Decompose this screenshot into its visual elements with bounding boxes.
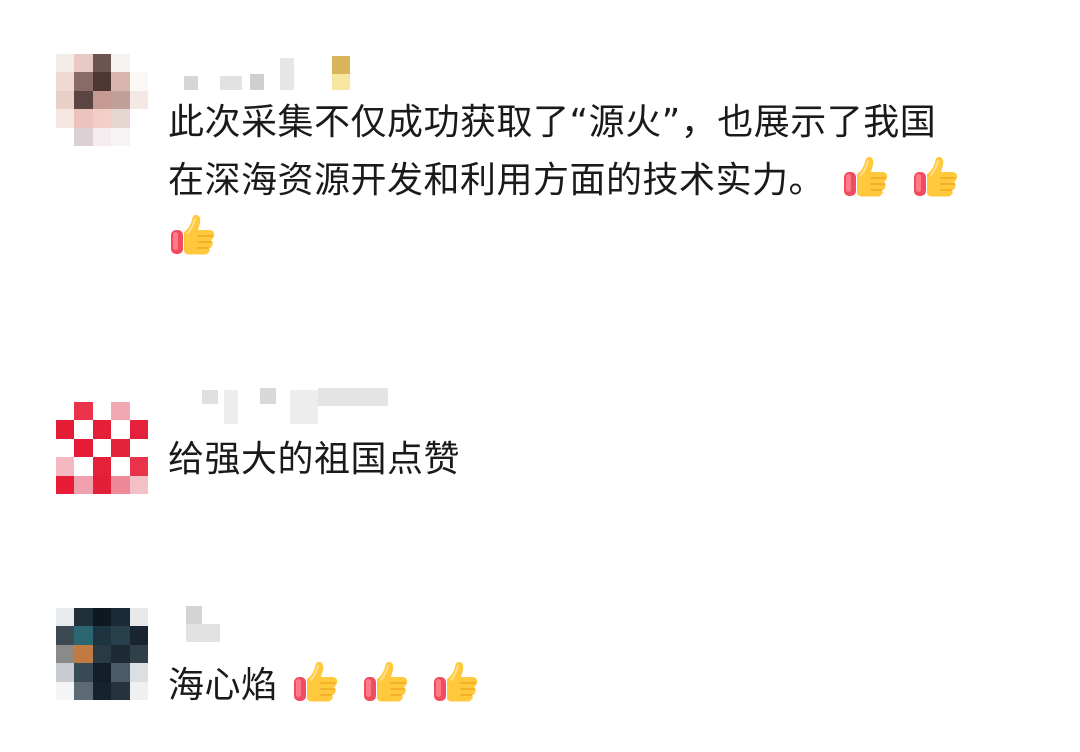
comment-line: [168, 210, 969, 268]
comment-line-text: 在深海资源开发和利用方面的技术实力。: [168, 160, 826, 201]
username-blurred[interactable]: [172, 382, 402, 424]
comment-list-page: { "comments": [ { "lines": [ "此次采集不仅成功获取…: [0, 0, 1080, 752]
avatar[interactable]: [56, 54, 148, 146]
thumbs-up-icon: [361, 657, 411, 707]
comment-text: 海心焰: [168, 657, 489, 715]
comment-line: 海心焰: [168, 657, 489, 715]
thumbs-up-icon: [291, 657, 341, 707]
thumbs-up-icon: [841, 152, 891, 202]
comment-text: 此次采集不仅成功获取了“源火”，也展示了我国 在深海资源开发和利用方面的技术实力…: [168, 94, 969, 268]
username-blurred[interactable]: [172, 56, 372, 96]
avatar[interactable]: [56, 402, 148, 494]
comment-line: 此次采集不仅成功获取了“源火”，也展示了我国: [168, 102, 937, 143]
avatar[interactable]: [56, 608, 148, 700]
username-blurred[interactable]: [172, 604, 232, 644]
comment-text: 给强大的祖国点赞: [168, 431, 460, 489]
comment-line-text: 海心焰: [168, 665, 278, 706]
thumbs-up-icon: [911, 152, 961, 202]
thumbs-up-icon: [431, 657, 481, 707]
comment-line: 给强大的祖国点赞: [168, 439, 461, 480]
comment-line: 在深海资源开发和利用方面的技术实力。: [168, 152, 969, 210]
thumbs-up-icon: [168, 210, 218, 260]
